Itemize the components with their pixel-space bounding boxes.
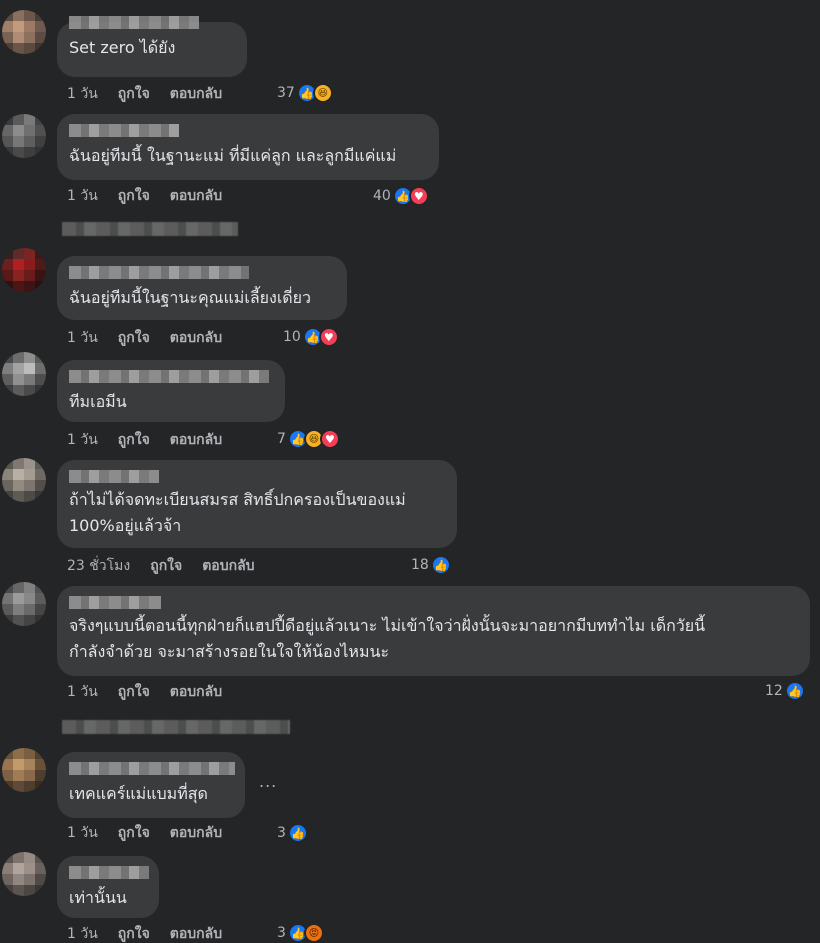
- comment-bubble: Set zero ได้ยัง: [57, 16, 247, 77]
- reply-link[interactable]: ตอบกลับ: [170, 681, 222, 703]
- reply-link[interactable]: ตอบกลับ: [170, 185, 222, 207]
- comment-bubble: จริงๆแบบนี้ตอนนี้ทุกฝ่ายก็แฮปปี้ดีอยู่แล…: [57, 586, 810, 676]
- reaction-count: 37: [277, 85, 295, 101]
- reply-link[interactable]: ตอบกลับ: [170, 83, 222, 105]
- reaction-count: 10: [283, 329, 301, 345]
- comment-timestamp[interactable]: 1 วัน: [67, 83, 98, 105]
- author-name-redacted[interactable]: [69, 866, 149, 879]
- like-link[interactable]: ถูกใจ: [118, 185, 150, 207]
- like-link[interactable]: ถูกใจ: [118, 681, 150, 703]
- author-name-redacted[interactable]: [69, 266, 249, 279]
- reaction-count: 7: [277, 431, 286, 447]
- comment-actions: 23 ชั่วโมง ถูกใจ ตอบกลับ: [67, 556, 255, 576]
- author-name-redacted[interactable]: [69, 16, 199, 29]
- reply-link[interactable]: ตอบกลับ: [170, 429, 222, 451]
- comment-text: เทคแคร์แม่แบมที่สุด: [69, 784, 208, 803]
- comment-actions: 1 วัน ถูกใจ ตอบกลับ: [67, 186, 222, 206]
- avatar[interactable]: [2, 114, 46, 158]
- comment-bubble: ถ้าไม่ได้จดทะเบียนสมรส สิทธิ์ปกครองเป็นข…: [57, 460, 457, 548]
- comment-timestamp[interactable]: 1 วัน: [67, 327, 98, 349]
- avatar[interactable]: [2, 352, 46, 396]
- like-icon: 👍: [784, 681, 805, 701]
- reaction-summary[interactable]: 40 👍 ♥: [373, 185, 429, 207]
- like-link[interactable]: ถูกใจ: [118, 429, 150, 451]
- comment-timestamp[interactable]: 23 ชั่วโมง: [67, 555, 130, 577]
- view-replies-link-redacted[interactable]: [62, 720, 290, 734]
- comment-timestamp[interactable]: 1 วัน: [67, 185, 98, 207]
- like-link[interactable]: ถูกใจ: [118, 923, 150, 943]
- avatar[interactable]: [2, 248, 46, 292]
- comment-timestamp[interactable]: 1 วัน: [67, 822, 98, 844]
- reaction-count: 18: [411, 557, 429, 573]
- like-link[interactable]: ถูกใจ: [118, 83, 150, 105]
- love-icon: ♥: [319, 429, 340, 449]
- reaction-count: 3: [277, 825, 286, 841]
- avatar[interactable]: [2, 582, 46, 626]
- reaction-summary[interactable]: 10 👍 ♥: [283, 326, 339, 348]
- like-icon: 👍: [287, 823, 308, 843]
- author-name-redacted[interactable]: [69, 762, 235, 775]
- more-options-icon[interactable]: ...: [259, 772, 277, 791]
- avatar[interactable]: [2, 458, 46, 502]
- reaction-count: 3: [277, 925, 286, 941]
- like-icon: 👍: [430, 555, 451, 575]
- comment-bubble: ฉันอยู่ทีมนี้ ในฐานะแม่ ที่มีแค่ลูก และล…: [57, 114, 439, 180]
- love-icon: ♥: [408, 186, 429, 206]
- comment-text: ฉันอยู่ทีมนี้ในฐานะคุณแม่เลี้ยงเดี่ยว: [69, 288, 312, 307]
- comment-bubble: ฉันอยู่ทีมนี้ในฐานะคุณแม่เลี้ยงเดี่ยว: [57, 256, 347, 320]
- reaction-count: 12: [765, 683, 783, 699]
- reaction-count: 40: [373, 188, 391, 204]
- comment-actions: 1 วัน ถูกใจ ตอบกลับ: [67, 924, 222, 943]
- avatar[interactable]: [2, 852, 46, 896]
- comment-text: ถ้าไม่ได้จดทะเบียนสมรส สิทธิ์ปกครองเป็นข…: [69, 490, 406, 535]
- haha-icon: 😆: [312, 83, 333, 103]
- reply-link[interactable]: ตอบกลับ: [202, 555, 254, 577]
- like-link[interactable]: ถูกใจ: [118, 822, 150, 844]
- comment-timestamp[interactable]: 1 วัน: [67, 681, 98, 703]
- author-name-redacted[interactable]: [69, 370, 269, 383]
- author-name-redacted[interactable]: [69, 596, 161, 609]
- reaction-summary[interactable]: 12 👍: [765, 680, 805, 702]
- comment-actions: 1 วัน ถูกใจ ตอบกลับ: [67, 84, 222, 104]
- like-link[interactable]: ถูกใจ: [118, 327, 150, 349]
- reaction-summary[interactable]: 3 👍: [277, 822, 308, 844]
- comment-text: ฉันอยู่ทีมนี้ ในฐานะแม่ ที่มีแค่ลูก และล…: [69, 146, 397, 165]
- view-replies-link-redacted[interactable]: [62, 222, 238, 236]
- comment-text: Set zero ได้ยัง: [69, 38, 176, 57]
- reaction-summary[interactable]: 37 👍 😆: [277, 82, 333, 104]
- comment-timestamp[interactable]: 1 วัน: [67, 429, 98, 451]
- comment-actions: 1 วัน ถูกใจ ตอบกลับ: [67, 682, 222, 702]
- like-link[interactable]: ถูกใจ: [150, 555, 182, 577]
- avatar[interactable]: [2, 10, 46, 54]
- comment-actions: 1 วัน ถูกใจ ตอบกลับ: [67, 430, 222, 450]
- angry-icon: 😡: [303, 923, 324, 943]
- comment-bubble: ทีมเอมีน: [57, 360, 285, 422]
- reply-link[interactable]: ตอบกลับ: [170, 327, 222, 349]
- comment-text: ทีมเอมีน: [69, 392, 127, 411]
- reaction-summary[interactable]: 7 👍 😆 ♥: [277, 428, 340, 450]
- reaction-summary[interactable]: 3 👍 😡: [277, 922, 324, 943]
- author-name-redacted[interactable]: [69, 470, 159, 483]
- comment-bubble: เทคแคร์แม่แบมที่สุด: [57, 752, 245, 818]
- comment-actions: 1 วัน ถูกใจ ตอบกลับ: [67, 823, 222, 843]
- love-icon: ♥: [318, 327, 339, 347]
- comment-actions: 1 วัน ถูกใจ ตอบกลับ: [67, 328, 222, 348]
- author-name-redacted[interactable]: [69, 124, 179, 137]
- reaction-summary[interactable]: 18 👍: [411, 554, 451, 576]
- reply-link[interactable]: ตอบกลับ: [170, 822, 222, 844]
- comment-text: เท่านั้นน: [69, 888, 127, 907]
- avatar[interactable]: [2, 748, 46, 792]
- reply-link[interactable]: ตอบกลับ: [170, 923, 222, 943]
- comment-timestamp[interactable]: 1 วัน: [67, 923, 98, 943]
- comment-text: จริงๆแบบนี้ตอนนี้ทุกฝ่ายก็แฮปปี้ดีอยู่แล…: [69, 616, 706, 661]
- comment-bubble: เท่านั้นน: [57, 856, 159, 918]
